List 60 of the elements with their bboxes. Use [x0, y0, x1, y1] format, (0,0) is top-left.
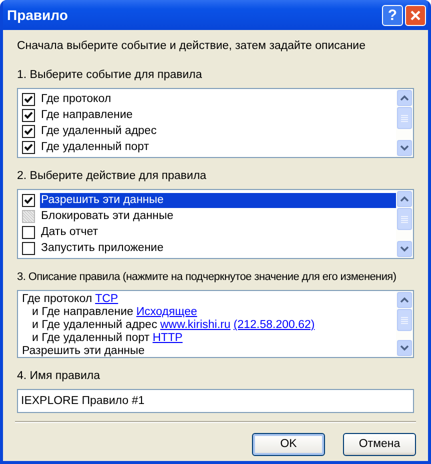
checkbox[interactable]	[22, 108, 35, 122]
scroll-up-button[interactable]	[397, 90, 412, 106]
item-label: Блокировать эти данные	[40, 208, 174, 224]
value-link[interactable]: www.kirishi.ru	[160, 319, 230, 332]
rule-name-field[interactable]: IEXPLORE Правило #1	[17, 389, 414, 413]
close-icon	[410, 10, 421, 20]
intro-text: Сначала выберите событие и действие, затем задайте описание	[17, 39, 366, 54]
dialog-button[interactable]: Отмена	[343, 433, 416, 456]
checkbox[interactable]	[22, 226, 35, 238]
window-title: Правило	[7, 6, 69, 25]
value-link[interactable]: (212.58.200.62)	[234, 319, 315, 332]
scroll-down-button[interactable]	[397, 140, 412, 156]
chevron-down-icon	[400, 145, 409, 151]
scrollbar[interactable]	[396, 291, 413, 357]
scroll-down-button[interactable]	[397, 340, 412, 356]
checkbox[interactable]	[22, 194, 35, 206]
checkbox[interactable]	[22, 140, 35, 154]
chevron-up-icon	[400, 95, 409, 101]
scroll-thumb[interactable]	[397, 208, 412, 230]
value-link[interactable]: TCP	[95, 293, 118, 306]
section-label: 4. Имя правила	[17, 369, 102, 384]
chevron-up-icon	[400, 196, 409, 202]
scroll-thumb[interactable]	[397, 107, 412, 129]
list-item[interactable]: Где удаленный порт	[22, 139, 396, 155]
section-label: 3. Описание правила (нажмите на подчеркнутое значение для его изменения)	[17, 270, 396, 285]
checkbox[interactable]	[22, 242, 35, 254]
scrollbar[interactable]	[396, 190, 413, 258]
item-label: Где протокол	[40, 92, 112, 106]
checkbox[interactable]	[22, 92, 35, 106]
list-item[interactable]: Запустить приложение	[22, 240, 396, 256]
section-label: 2. Выберите действие для правила	[17, 169, 208, 184]
item-label: Запустить приложение	[40, 240, 164, 256]
list-item[interactable]: Где направление	[22, 107, 396, 123]
scroll-down-button[interactable]	[397, 241, 412, 257]
description-text: и Где удаленный адрес	[32, 319, 158, 332]
checkbox[interactable]	[22, 124, 35, 138]
list-item[interactable]: Где удаленный адрес	[22, 123, 396, 139]
item-label: Дать отчет	[40, 224, 100, 240]
description-text: и Где удаленный порт	[32, 332, 150, 345]
section-label: 1. Выберите событие для правила	[17, 68, 204, 83]
chevron-down-icon	[400, 246, 409, 252]
item-label: Где удаленный адрес	[40, 124, 158, 138]
value-link[interactable]: Исходящее	[136, 306, 198, 319]
scroll-thumb[interactable]	[397, 309, 412, 331]
scroll-up-button[interactable]	[397, 191, 412, 207]
chevron-down-icon	[400, 345, 409, 351]
item-label: Где направление	[40, 108, 134, 122]
scrollbar[interactable]	[396, 89, 413, 157]
list-item[interactable]: Дать отчет	[22, 224, 396, 240]
chevron-up-icon	[400, 297, 409, 303]
description-text: и Где направление	[32, 306, 134, 319]
scroll-up-button[interactable]	[397, 292, 412, 308]
description-text: Где протокол	[22, 293, 92, 306]
list-item[interactable]: Где протокол	[22, 91, 396, 107]
description-text: Разрешить эти данные	[22, 345, 145, 357]
close-button[interactable]	[405, 4, 426, 26]
item-label: Где удаленный порт	[40, 140, 150, 154]
dialog-button[interactable]: OK	[252, 433, 325, 456]
value-link[interactable]: HTTP	[152, 332, 183, 345]
help-button[interactable]: ?	[382, 4, 403, 26]
